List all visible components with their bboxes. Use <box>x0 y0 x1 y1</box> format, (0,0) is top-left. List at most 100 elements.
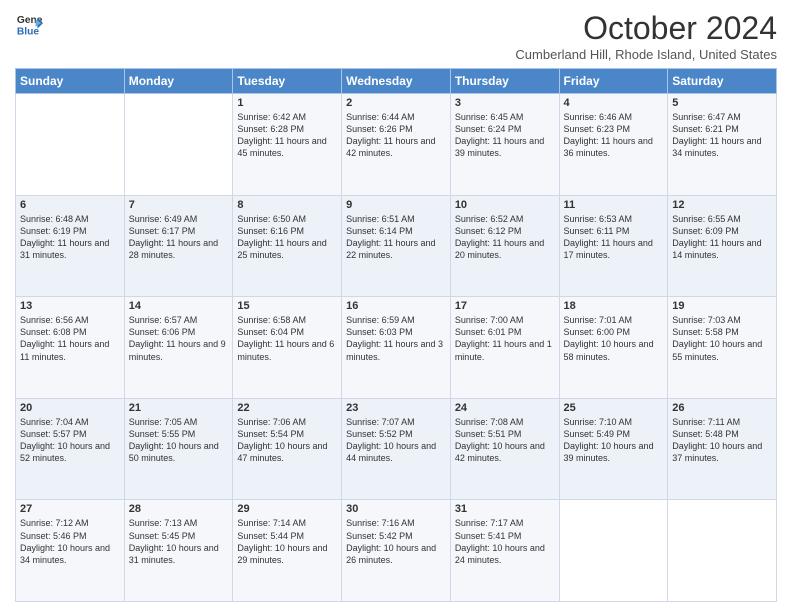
calendar-cell: 24Sunrise: 7:08 AMSunset: 5:51 PMDayligh… <box>450 398 559 500</box>
day-number: 5 <box>672 97 772 109</box>
cell-content: Sunrise: 6:52 AMSunset: 6:12 PMDaylight:… <box>455 213 555 262</box>
weekday-header: Tuesday <box>233 69 342 94</box>
day-number: 20 <box>20 402 120 414</box>
page: General Blue October 2024 Cumberland Hil… <box>0 0 792 612</box>
calendar-cell: 14Sunrise: 6:57 AMSunset: 6:06 PMDayligh… <box>124 297 233 399</box>
logo: General Blue <box>15 10 43 38</box>
calendar-cell: 31Sunrise: 7:17 AMSunset: 5:41 PMDayligh… <box>450 500 559 602</box>
day-number: 13 <box>20 300 120 312</box>
day-number: 26 <box>672 402 772 414</box>
cell-content: Sunrise: 7:01 AMSunset: 6:00 PMDaylight:… <box>564 314 664 363</box>
calendar-cell: 25 Sunrise: 7:10 AMSunset: 5:49 PMDayligh… <box>559 398 668 500</box>
weekday-header: Wednesday <box>342 69 451 94</box>
cell-content: Sunrise: 7:11 AMSunset: 5:48 PMDaylight:… <box>672 416 772 465</box>
calendar-cell: 22 Sunrise: 7:06 AMSunset: 5:54 PMDayligh… <box>233 398 342 500</box>
day-number: 7 <box>129 199 229 211</box>
cell-content: Sunrise: 6:46 AMSunset: 6:23 PMDaylight:… <box>564 111 664 160</box>
calendar-cell: 19 Sunrise: 7:03 AMSunset: 5:58 PMDayligh… <box>668 297 777 399</box>
cell-content: Sunrise: 6:59 AMSunset: 6:03 PMDaylight:… <box>346 314 446 363</box>
calendar-week: 13 Sunrise: 6:56 AMSunset: 6:08 PMDayligh… <box>16 297 777 399</box>
cell-content: Sunrise: 6:44 AMSunset: 6:26 PMDaylight:… <box>346 111 446 160</box>
cell-content: Sunrise: 6:51 AMSunset: 6:14 PMDaylight:… <box>346 213 446 262</box>
cell-content: Sunrise: 6:55 AMSunset: 6:09 PMDaylight:… <box>672 213 772 262</box>
weekday-header: Saturday <box>668 69 777 94</box>
calendar-cell: 23 Sunrise: 7:07 AMSunset: 5:52 PMDayligh… <box>342 398 451 500</box>
month-title: October 2024 <box>515 10 777 47</box>
day-number: 24 <box>455 402 555 414</box>
cell-content: Sunrise: 7:05 AMSunset: 5:55 PMDaylight:… <box>129 416 229 465</box>
weekday-header: Thursday <box>450 69 559 94</box>
calendar-cell: 11Sunrise: 6:53 AMSunset: 6:11 PMDayligh… <box>559 195 668 297</box>
svg-text:Blue: Blue <box>17 26 40 37</box>
day-number: 19 <box>672 300 772 312</box>
calendar-cell: 7 Sunrise: 6:49 AMSunset: 6:17 PMDaylight… <box>124 195 233 297</box>
calendar-cell: 27 Sunrise: 7:12 AMSunset: 5:46 PMDayligh… <box>16 500 125 602</box>
calendar-cell: 1 Sunrise: 6:42 AMSunset: 6:28 PMDaylight… <box>233 94 342 196</box>
cell-content: Sunrise: 6:50 AMSunset: 6:16 PMDaylight:… <box>237 213 337 262</box>
weekday-header: Friday <box>559 69 668 94</box>
calendar-week: 27 Sunrise: 7:12 AMSunset: 5:46 PMDayligh… <box>16 500 777 602</box>
day-number: 2 <box>346 97 446 109</box>
day-number: 12 <box>672 199 772 211</box>
calendar-cell: 15 Sunrise: 6:58 AMSunset: 6:04 PMDayligh… <box>233 297 342 399</box>
calendar-cell: 12 Sunrise: 6:55 AMSunset: 6:09 PMDayligh… <box>668 195 777 297</box>
calendar-cell: 18 Sunrise: 7:01 AMSunset: 6:00 PMDayligh… <box>559 297 668 399</box>
calendar-cell: 4 Sunrise: 6:46 AMSunset: 6:23 PMDaylight… <box>559 94 668 196</box>
header: General Blue October 2024 Cumberland Hil… <box>15 10 777 62</box>
day-number: 21 <box>129 402 229 414</box>
day-number: 15 <box>237 300 337 312</box>
calendar-cell <box>124 94 233 196</box>
cell-content: Sunrise: 7:10 AMSunset: 5:49 PMDaylight:… <box>564 416 664 465</box>
cell-content: Sunrise: 6:58 AMSunset: 6:04 PMDaylight:… <box>237 314 337 363</box>
calendar-cell: 10Sunrise: 6:52 AMSunset: 6:12 PMDayligh… <box>450 195 559 297</box>
day-number: 25 <box>564 402 664 414</box>
cell-content: Sunrise: 7:13 AMSunset: 5:45 PMDaylight:… <box>129 517 229 566</box>
weekday-header: Monday <box>124 69 233 94</box>
calendar-cell: 2 Sunrise: 6:44 AMSunset: 6:26 PMDaylight… <box>342 94 451 196</box>
day-number: 27 <box>20 503 120 515</box>
title-area: October 2024 Cumberland Hill, Rhode Isla… <box>515 10 777 62</box>
calendar-cell: 26 Sunrise: 7:11 AMSunset: 5:48 PMDayligh… <box>668 398 777 500</box>
day-number: 6 <box>20 199 120 211</box>
day-number: 23 <box>346 402 446 414</box>
calendar-table: SundayMondayTuesdayWednesdayThursdayFrid… <box>15 68 777 602</box>
cell-content: Sunrise: 7:04 AMSunset: 5:57 PMDaylight:… <box>20 416 120 465</box>
calendar-cell: 20 Sunrise: 7:04 AMSunset: 5:57 PMDayligh… <box>16 398 125 500</box>
day-number: 28 <box>129 503 229 515</box>
calendar-cell: 8 Sunrise: 6:50 AMSunset: 6:16 PMDaylight… <box>233 195 342 297</box>
calendar-cell: 30Sunrise: 7:16 AMSunset: 5:42 PMDayligh… <box>342 500 451 602</box>
day-number: 18 <box>564 300 664 312</box>
cell-content: Sunrise: 7:07 AMSunset: 5:52 PMDaylight:… <box>346 416 446 465</box>
calendar-week: 1 Sunrise: 6:42 AMSunset: 6:28 PMDaylight… <box>16 94 777 196</box>
cell-content: Sunrise: 7:12 AMSunset: 5:46 PMDaylight:… <box>20 517 120 566</box>
logo-icon: General Blue <box>15 10 43 38</box>
calendar-cell: 28 Sunrise: 7:13 AMSunset: 5:45 PMDayligh… <box>124 500 233 602</box>
day-number: 29 <box>237 503 337 515</box>
day-number: 22 <box>237 402 337 414</box>
calendar-cell <box>16 94 125 196</box>
cell-content: Sunrise: 6:47 AMSunset: 6:21 PMDaylight:… <box>672 111 772 160</box>
cell-content: Sunrise: 7:00 AMSunset: 6:01 PMDaylight:… <box>455 314 555 363</box>
day-number: 1 <box>237 97 337 109</box>
calendar-cell: 17Sunrise: 7:00 AMSunset: 6:01 PMDayligh… <box>450 297 559 399</box>
day-number: 16 <box>346 300 446 312</box>
cell-content: Sunrise: 6:42 AMSunset: 6:28 PMDaylight:… <box>237 111 337 160</box>
cell-content: Sunrise: 7:14 AMSunset: 5:44 PMDaylight:… <box>237 517 337 566</box>
header-row: SundayMondayTuesdayWednesdayThursdayFrid… <box>16 69 777 94</box>
calendar-week: 6 Sunrise: 6:48 AMSunset: 6:19 PMDaylight… <box>16 195 777 297</box>
cell-content: Sunrise: 6:48 AMSunset: 6:19 PMDaylight:… <box>20 213 120 262</box>
day-number: 8 <box>237 199 337 211</box>
calendar-cell: 13 Sunrise: 6:56 AMSunset: 6:08 PMDayligh… <box>16 297 125 399</box>
day-number: 11 <box>564 199 664 211</box>
cell-content: Sunrise: 7:17 AMSunset: 5:41 PMDaylight:… <box>455 517 555 566</box>
day-number: 4 <box>564 97 664 109</box>
cell-content: Sunrise: 7:06 AMSunset: 5:54 PMDaylight:… <box>237 416 337 465</box>
day-number: 9 <box>346 199 446 211</box>
cell-content: Sunrise: 7:03 AMSunset: 5:58 PMDaylight:… <box>672 314 772 363</box>
location: Cumberland Hill, Rhode Island, United St… <box>515 47 777 62</box>
cell-content: Sunrise: 6:56 AMSunset: 6:08 PMDaylight:… <box>20 314 120 363</box>
calendar-cell: 29 Sunrise: 7:14 AMSunset: 5:44 PMDayligh… <box>233 500 342 602</box>
calendar-cell <box>668 500 777 602</box>
cell-content: Sunrise: 6:49 AMSunset: 6:17 PMDaylight:… <box>129 213 229 262</box>
calendar-week: 20 Sunrise: 7:04 AMSunset: 5:57 PMDayligh… <box>16 398 777 500</box>
